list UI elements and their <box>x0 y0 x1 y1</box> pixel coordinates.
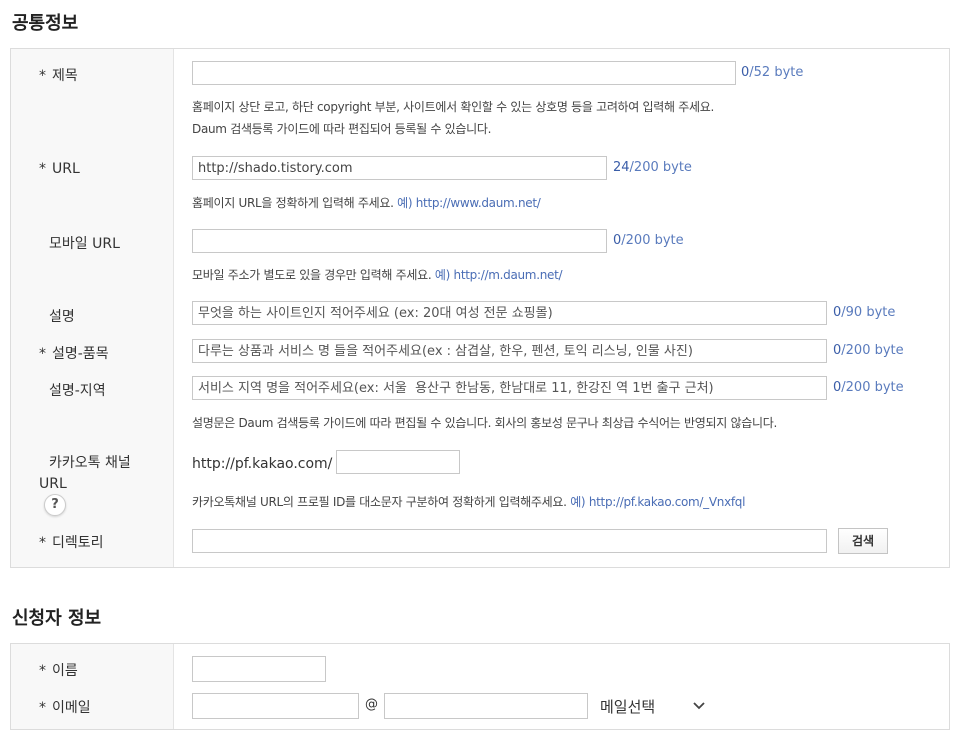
mobile-url-byte-counter: 0/200 byte <box>613 233 684 248</box>
email-select-label: 메일선택 <box>600 698 656 716</box>
section-title-common: 공통정보 <box>12 13 79 34</box>
name-label: * 이름 <box>39 663 78 679</box>
email-at-sign: @ <box>365 697 378 712</box>
email-domain-input[interactable] <box>384 693 588 719</box>
directory-input[interactable] <box>192 529 827 553</box>
description-label: 설명 <box>49 309 75 325</box>
title-byte-counter: 0/52 byte <box>741 65 804 80</box>
title-input[interactable] <box>192 61 736 85</box>
description-region-input[interactable] <box>192 376 827 400</box>
common-info-panel: * 제목 0/52 byte 홈페이지 상단 로고, 하단 copyright 부… <box>10 48 950 568</box>
directory-label: * 디렉토리 <box>39 535 104 551</box>
url-input[interactable] <box>192 156 607 180</box>
email-local-input[interactable] <box>192 693 359 719</box>
mobile-url-help-text: 모바일 주소가 별도로 있을 경우만 입력해 주세요. 예) http://m.… <box>192 268 563 282</box>
title-label: * 제목 <box>39 68 78 84</box>
description-byte-counter: 0/90 byte <box>833 305 896 320</box>
url-example: 예) http://www.daum.net/ <box>397 196 541 210</box>
kakao-example: 예) http://pf.kakao.com/_Vnxfql <box>570 495 746 509</box>
kakao-channel-label: 카카오톡 채널 <box>49 455 131 471</box>
kakao-help-text: 카카오톡채널 URL의 프로필 ID를 대소문자 구분하여 정확하게 입력해주세… <box>192 495 746 509</box>
mobile-url-example: 예) http://m.daum.net/ <box>434 268 563 282</box>
mobile-url-label: 모바일 URL <box>49 236 120 252</box>
description-region-label: 설명-지역 <box>49 383 106 399</box>
chevron-down-icon <box>693 702 705 710</box>
url-byte-counter: 24/200 byte <box>613 160 692 175</box>
email-domain-select[interactable]: 메일선택 <box>597 693 713 719</box>
name-input[interactable] <box>192 656 326 682</box>
description-region-byte-counter: 0/200 byte <box>833 380 904 395</box>
description-help-text: 설명문은 Daum 검색등록 가이드에 따라 편집될 수 있습니다. 회사의 홍… <box>192 416 777 430</box>
kakao-channel-label-url: URL <box>39 476 67 492</box>
directory-search-button[interactable]: 검색 <box>838 528 888 554</box>
applicant-info-panel: * 이름 * 이메일 @ 메일선택 <box>10 643 950 730</box>
description-items-byte-counter: 0/200 byte <box>833 343 904 358</box>
help-icon[interactable]: ? <box>44 494 66 516</box>
url-label: * URL <box>39 161 80 177</box>
description-input[interactable] <box>192 301 827 325</box>
url-help-text: 홈페이지 URL을 정확하게 입력해 주세요. 예) http://www.da… <box>192 196 541 210</box>
mobile-url-input[interactable] <box>192 229 607 253</box>
kakao-url-prefix: http://pf.kakao.com/ <box>192 456 333 472</box>
section-title-applicant: 신청자 정보 <box>12 608 102 629</box>
title-help-text: 홈페이지 상단 로고, 하단 copyright 부분, 사이트에서 확인할 수… <box>192 100 715 136</box>
description-items-label: * 설명-품목 <box>39 346 109 362</box>
kakao-channel-input[interactable] <box>336 450 460 474</box>
description-items-input[interactable] <box>192 339 827 363</box>
email-label: * 이메일 <box>39 700 91 716</box>
